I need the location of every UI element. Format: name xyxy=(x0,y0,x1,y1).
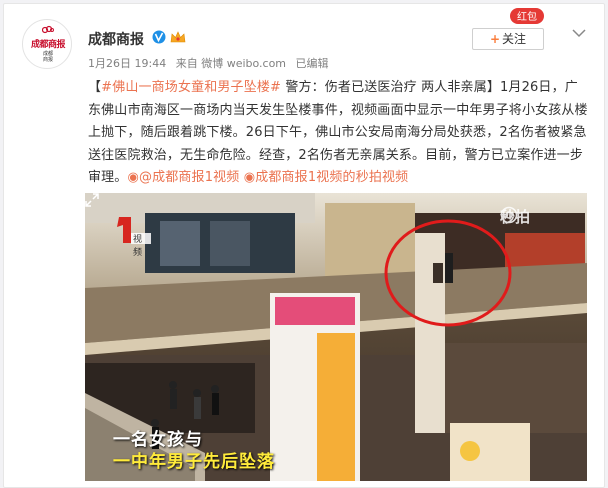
camera-aperture-icon xyxy=(500,206,518,224)
avatar-logo-text: 成都商报 xyxy=(30,40,66,50)
chevron-down-icon[interactable] xyxy=(572,28,586,38)
post-meta: 1月26日 19:44 来自 微博 weibo.com 已编辑 xyxy=(88,55,335,71)
red-envelope-badge[interactable]: 红包 xyxy=(508,7,546,25)
avatar-logo-sub: 成都 商报 xyxy=(42,51,53,63)
video-link[interactable]: ◉成都商报1视频的秒拍视频 xyxy=(244,170,409,185)
plus-icon: + xyxy=(489,32,501,46)
vip-crown-icon xyxy=(170,31,186,43)
avatar[interactable]: 成都商报 成都 商报 xyxy=(22,19,72,69)
username[interactable]: 成都商报 xyxy=(88,29,144,49)
post-date[interactable]: 1月26日 19:44 xyxy=(88,57,166,70)
post-text: 【#佛山一商场女童和男子坠楼# 警方：伤者已送医治疗 两人非亲属】1月26日，广… xyxy=(88,80,588,185)
video-account-link[interactable]: ◉@成都商报1视频 xyxy=(127,170,239,185)
verified-badge-icon xyxy=(152,30,166,44)
weibo-post-card: 红包 成都商报 成都 商报 成都商报 1月26日 19:44 来自 微博 wei… xyxy=(3,3,605,488)
edited-label: 已编辑 xyxy=(295,57,329,70)
newspaper-logo-icon xyxy=(42,25,54,34)
post-source[interactable]: 来自 微博 weibo.com xyxy=(176,57,286,70)
link-play-icon: ◉ xyxy=(127,170,139,185)
video-caption-line2: 一中年男子先后坠落 xyxy=(113,452,275,472)
hashtag-link[interactable]: #佛山一商场女童和男子坠楼# xyxy=(101,80,281,95)
miaopai-watermark: 秒拍 xyxy=(500,206,530,227)
video-account-link-text: @成都商报1视频 xyxy=(138,170,240,185)
channel-label: 视频 xyxy=(133,235,143,258)
video-player[interactable]: 视频 秒拍 一名女孩与 一中年男子先后坠落 xyxy=(85,193,587,481)
fullscreen-icon[interactable] xyxy=(85,193,99,207)
video-link-text: 成都商报1视频的秒拍视频 xyxy=(255,170,409,185)
follow-button[interactable]: + 关注 xyxy=(472,28,544,50)
red-badge-text: 红包 xyxy=(517,10,537,23)
video-link-icon: ◉ xyxy=(243,170,256,185)
follow-label: 关注 xyxy=(502,32,527,46)
